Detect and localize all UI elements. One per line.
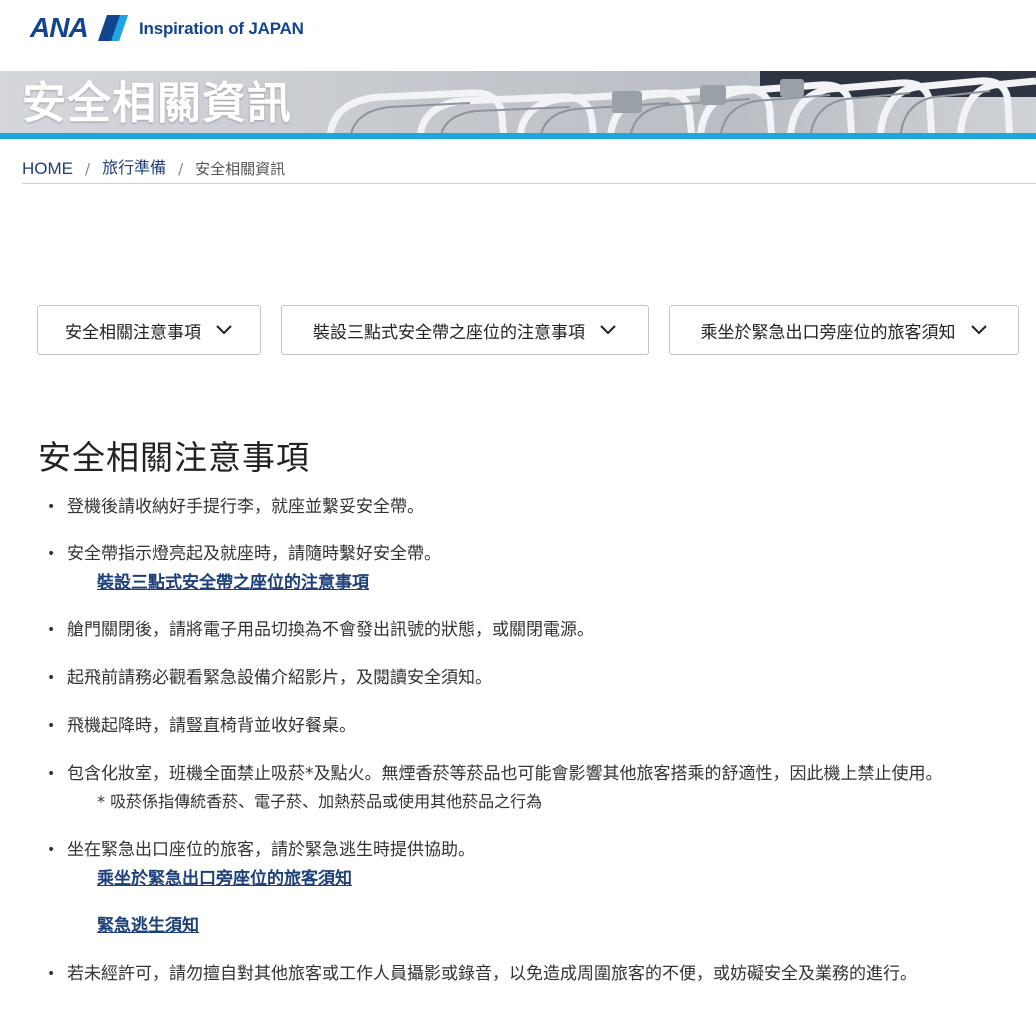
- page-title: 安全相關資訊: [22, 78, 292, 129]
- list-item-text: 坐在緊急出口座位的旅客，請於緊急逃生時提供協助。: [67, 840, 475, 860]
- breadcrumb-separator: /: [178, 160, 184, 178]
- list-item-text: 艙門關閉後，請將電子用品切換為不會發出訊號的狀態，或關閉電源。: [67, 620, 594, 640]
- bullet: •: [47, 842, 56, 858]
- hero-accent-bar: [0, 133, 1036, 139]
- exit-row-link[interactable]: 乘坐於緊急出口旁座位的旅客須知: [97, 866, 352, 892]
- anchor-button-exit-row[interactable]: 乘坐於緊急出口旁座位的旅客須知: [669, 305, 1019, 355]
- list-item-text: 若未經許可，請勿擅自對其他旅客或工作人員攝影或錄音，以免造成周圍旅客的不便，或妨…: [67, 964, 917, 984]
- list-item-text: 起飛前請務必觀看緊急設備介紹影片，及閱讀安全須知。: [67, 668, 492, 688]
- anchor-button-safety-notes[interactable]: 安全相關注意事項: [37, 305, 261, 355]
- chevron-down-icon: [216, 325, 232, 335]
- bullet: •: [47, 966, 56, 982]
- logo-wordmark: ANA: [30, 12, 89, 43]
- emergency-escape-link[interactable]: 緊急逃生須知: [97, 913, 199, 939]
- breadcrumb: HOME / 旅行準備 / 安全相關資訊: [22, 158, 1036, 184]
- anchor-button-label: 安全相關注意事項: [65, 322, 201, 343]
- list-item-text: 飛機起降時，請豎直椅背並收好餐桌。: [67, 716, 356, 736]
- bullet: •: [47, 546, 56, 562]
- site-header: ANA Inspiration of JAPAN: [0, 0, 1036, 70]
- smoking-note: * 吸菸係指傳統香菸、電子菸、加熱菸品或使用其他菸品之行為: [97, 792, 543, 811]
- section-title: 安全相關注意事項: [38, 438, 310, 477]
- breadcrumb-current: 安全相關資訊: [195, 160, 286, 178]
- hero-banner: 安全相關資訊: [0, 71, 1036, 139]
- list-item-text: 安全帶指示燈亮起及就座時，請隨時繫好安全帶。: [67, 544, 441, 564]
- three-point-belt-link[interactable]: 裝設三點式安全帶之座位的注意事項: [97, 570, 369, 596]
- bullet: •: [47, 766, 56, 782]
- breadcrumb-home-link[interactable]: HOME: [22, 158, 73, 180]
- bullet: •: [47, 622, 56, 638]
- list-item-text: 登機後請收納好手提行李，就座並繫妥安全帶。: [67, 497, 424, 517]
- anchor-button-label: 乘坐於緊急出口旁座位的旅客須知: [700, 322, 956, 343]
- anchor-button-three-point-belt[interactable]: 裝設三點式安全帶之座位的注意事項: [281, 305, 649, 355]
- logo-stripe-icon: [98, 15, 128, 41]
- breadcrumb-parent-link[interactable]: 旅行準備: [102, 158, 166, 180]
- tagline: Inspiration of JAPAN: [139, 19, 304, 38]
- chevron-down-icon: [970, 325, 987, 335]
- bullet: •: [47, 499, 56, 515]
- list-item-text: 包含化妝室，班機全面禁止吸菸*及點火。無煙香菸等菸品也可能會影響其他旅客搭乘的舒…: [67, 764, 943, 784]
- breadcrumb-separator: /: [85, 160, 91, 178]
- bullet: •: [47, 718, 56, 734]
- ana-logo[interactable]: ANA: [30, 12, 130, 44]
- chevron-down-icon: [600, 325, 616, 335]
- bullet: •: [47, 670, 56, 686]
- anchor-button-label: 裝設三點式安全帶之座位的注意事項: [313, 322, 585, 343]
